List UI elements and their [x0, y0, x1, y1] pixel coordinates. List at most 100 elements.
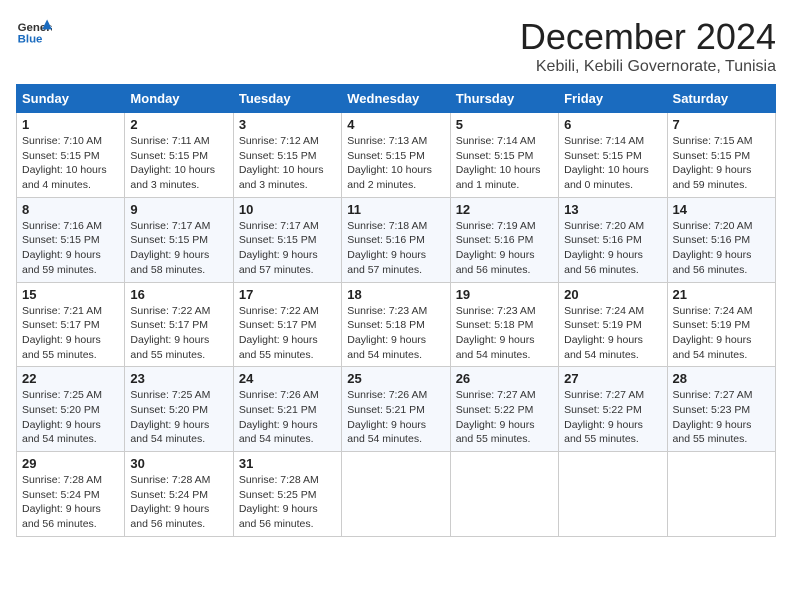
calendar-week-row: 1 Sunrise: 7:10 AM Sunset: 5:15 PM Dayli… — [17, 113, 776, 198]
calendar-cell: 26 Sunrise: 7:27 AM Sunset: 5:22 PM Dayl… — [450, 367, 558, 452]
day-info: Sunrise: 7:17 AM Sunset: 5:15 PM Dayligh… — [239, 219, 336, 278]
calendar-cell: 3 Sunrise: 7:12 AM Sunset: 5:15 PM Dayli… — [233, 113, 341, 198]
day-number: 29 — [22, 456, 119, 471]
day-info: Sunrise: 7:28 AM Sunset: 5:25 PM Dayligh… — [239, 473, 336, 532]
month-title: December 2024 — [520, 16, 776, 58]
weekday-header: Monday — [125, 85, 233, 113]
calendar-week-row: 8 Sunrise: 7:16 AM Sunset: 5:15 PM Dayli… — [17, 197, 776, 282]
day-info: Sunrise: 7:22 AM Sunset: 5:17 PM Dayligh… — [130, 304, 227, 363]
logo-icon: General Blue — [16, 16, 52, 46]
calendar-cell — [342, 452, 450, 537]
day-number: 14 — [673, 202, 770, 217]
day-info: Sunrise: 7:14 AM Sunset: 5:15 PM Dayligh… — [456, 134, 553, 193]
day-number: 15 — [22, 287, 119, 302]
weekday-header-row: SundayMondayTuesdayWednesdayThursdayFrid… — [17, 85, 776, 113]
calendar-week-row: 22 Sunrise: 7:25 AM Sunset: 5:20 PM Dayl… — [17, 367, 776, 452]
day-info: Sunrise: 7:27 AM Sunset: 5:22 PM Dayligh… — [564, 388, 661, 447]
day-number: 23 — [130, 371, 227, 386]
day-number: 22 — [22, 371, 119, 386]
day-number: 8 — [22, 202, 119, 217]
day-number: 2 — [130, 117, 227, 132]
weekday-header: Thursday — [450, 85, 558, 113]
calendar-week-row: 29 Sunrise: 7:28 AM Sunset: 5:24 PM Dayl… — [17, 452, 776, 537]
calendar-cell: 11 Sunrise: 7:18 AM Sunset: 5:16 PM Dayl… — [342, 197, 450, 282]
svg-text:Blue: Blue — [18, 33, 43, 45]
header: General Blue December 2024 Kebili, Kebil… — [16, 16, 776, 76]
calendar-cell: 28 Sunrise: 7:27 AM Sunset: 5:23 PM Dayl… — [667, 367, 775, 452]
calendar-cell: 17 Sunrise: 7:22 AM Sunset: 5:17 PM Dayl… — [233, 282, 341, 367]
day-number: 11 — [347, 202, 444, 217]
weekday-header: Saturday — [667, 85, 775, 113]
day-number: 16 — [130, 287, 227, 302]
title-area: December 2024 Kebili, Kebili Governorate… — [520, 16, 776, 76]
day-number: 21 — [673, 287, 770, 302]
day-number: 17 — [239, 287, 336, 302]
calendar-cell: 15 Sunrise: 7:21 AM Sunset: 5:17 PM Dayl… — [17, 282, 125, 367]
day-number: 27 — [564, 371, 661, 386]
day-info: Sunrise: 7:22 AM Sunset: 5:17 PM Dayligh… — [239, 304, 336, 363]
day-info: Sunrise: 7:21 AM Sunset: 5:17 PM Dayligh… — [22, 304, 119, 363]
day-info: Sunrise: 7:11 AM Sunset: 5:15 PM Dayligh… — [130, 134, 227, 193]
calendar-cell — [667, 452, 775, 537]
calendar-cell: 7 Sunrise: 7:15 AM Sunset: 5:15 PM Dayli… — [667, 113, 775, 198]
calendar-table: SundayMondayTuesdayWednesdayThursdayFrid… — [16, 84, 776, 537]
day-number: 20 — [564, 287, 661, 302]
calendar-cell: 22 Sunrise: 7:25 AM Sunset: 5:20 PM Dayl… — [17, 367, 125, 452]
day-info: Sunrise: 7:25 AM Sunset: 5:20 PM Dayligh… — [130, 388, 227, 447]
calendar-cell: 20 Sunrise: 7:24 AM Sunset: 5:19 PM Dayl… — [559, 282, 667, 367]
location-title: Kebili, Kebili Governorate, Tunisia — [520, 58, 776, 76]
day-number: 24 — [239, 371, 336, 386]
day-number: 9 — [130, 202, 227, 217]
day-info: Sunrise: 7:28 AM Sunset: 5:24 PM Dayligh… — [130, 473, 227, 532]
calendar-cell: 8 Sunrise: 7:16 AM Sunset: 5:15 PM Dayli… — [17, 197, 125, 282]
day-info: Sunrise: 7:20 AM Sunset: 5:16 PM Dayligh… — [564, 219, 661, 278]
logo: General Blue — [16, 16, 52, 46]
calendar-cell: 14 Sunrise: 7:20 AM Sunset: 5:16 PM Dayl… — [667, 197, 775, 282]
day-number: 19 — [456, 287, 553, 302]
day-info: Sunrise: 7:25 AM Sunset: 5:20 PM Dayligh… — [22, 388, 119, 447]
day-info: Sunrise: 7:19 AM Sunset: 5:16 PM Dayligh… — [456, 219, 553, 278]
day-info: Sunrise: 7:23 AM Sunset: 5:18 PM Dayligh… — [347, 304, 444, 363]
calendar-cell: 27 Sunrise: 7:27 AM Sunset: 5:22 PM Dayl… — [559, 367, 667, 452]
calendar-cell: 9 Sunrise: 7:17 AM Sunset: 5:15 PM Dayli… — [125, 197, 233, 282]
calendar-cell: 23 Sunrise: 7:25 AM Sunset: 5:20 PM Dayl… — [125, 367, 233, 452]
day-info: Sunrise: 7:27 AM Sunset: 5:22 PM Dayligh… — [456, 388, 553, 447]
calendar-cell — [450, 452, 558, 537]
day-number: 5 — [456, 117, 553, 132]
calendar-cell — [559, 452, 667, 537]
calendar-cell: 18 Sunrise: 7:23 AM Sunset: 5:18 PM Dayl… — [342, 282, 450, 367]
calendar-cell: 30 Sunrise: 7:28 AM Sunset: 5:24 PM Dayl… — [125, 452, 233, 537]
calendar-cell: 4 Sunrise: 7:13 AM Sunset: 5:15 PM Dayli… — [342, 113, 450, 198]
day-number: 4 — [347, 117, 444, 132]
calendar-cell: 21 Sunrise: 7:24 AM Sunset: 5:19 PM Dayl… — [667, 282, 775, 367]
day-info: Sunrise: 7:24 AM Sunset: 5:19 PM Dayligh… — [673, 304, 770, 363]
day-info: Sunrise: 7:13 AM Sunset: 5:15 PM Dayligh… — [347, 134, 444, 193]
calendar-cell: 2 Sunrise: 7:11 AM Sunset: 5:15 PM Dayli… — [125, 113, 233, 198]
calendar-cell: 6 Sunrise: 7:14 AM Sunset: 5:15 PM Dayli… — [559, 113, 667, 198]
weekday-header: Sunday — [17, 85, 125, 113]
day-info: Sunrise: 7:10 AM Sunset: 5:15 PM Dayligh… — [22, 134, 119, 193]
day-info: Sunrise: 7:16 AM Sunset: 5:15 PM Dayligh… — [22, 219, 119, 278]
day-number: 30 — [130, 456, 227, 471]
day-number: 3 — [239, 117, 336, 132]
day-info: Sunrise: 7:15 AM Sunset: 5:15 PM Dayligh… — [673, 134, 770, 193]
day-info: Sunrise: 7:17 AM Sunset: 5:15 PM Dayligh… — [130, 219, 227, 278]
weekday-header: Friday — [559, 85, 667, 113]
day-number: 12 — [456, 202, 553, 217]
weekday-header: Tuesday — [233, 85, 341, 113]
day-number: 6 — [564, 117, 661, 132]
day-info: Sunrise: 7:14 AM Sunset: 5:15 PM Dayligh… — [564, 134, 661, 193]
day-number: 28 — [673, 371, 770, 386]
day-info: Sunrise: 7:26 AM Sunset: 5:21 PM Dayligh… — [239, 388, 336, 447]
day-info: Sunrise: 7:28 AM Sunset: 5:24 PM Dayligh… — [22, 473, 119, 532]
calendar-cell: 19 Sunrise: 7:23 AM Sunset: 5:18 PM Dayl… — [450, 282, 558, 367]
day-info: Sunrise: 7:18 AM Sunset: 5:16 PM Dayligh… — [347, 219, 444, 278]
day-number: 13 — [564, 202, 661, 217]
calendar-cell: 13 Sunrise: 7:20 AM Sunset: 5:16 PM Dayl… — [559, 197, 667, 282]
calendar-cell: 31 Sunrise: 7:28 AM Sunset: 5:25 PM Dayl… — [233, 452, 341, 537]
weekday-header: Wednesday — [342, 85, 450, 113]
day-info: Sunrise: 7:24 AM Sunset: 5:19 PM Dayligh… — [564, 304, 661, 363]
day-info: Sunrise: 7:12 AM Sunset: 5:15 PM Dayligh… — [239, 134, 336, 193]
calendar-cell: 1 Sunrise: 7:10 AM Sunset: 5:15 PM Dayli… — [17, 113, 125, 198]
day-number: 25 — [347, 371, 444, 386]
